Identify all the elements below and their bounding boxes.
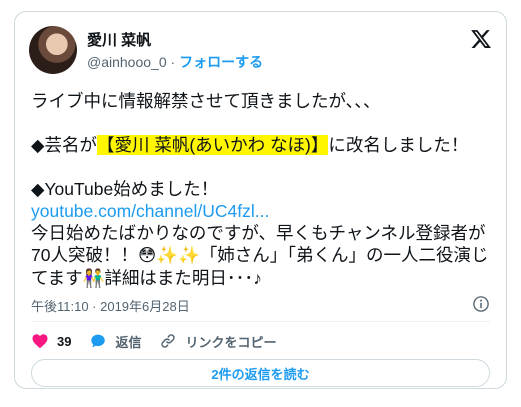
author-handle-row: @ainhooo_0 · フォローする: [87, 52, 263, 72]
youtube-link[interactable]: youtube.com/channel/UC4fzl...: [31, 201, 269, 221]
sparkles-emoji-icon: ✨: [156, 246, 179, 266]
like-count: 39: [57, 333, 72, 349]
tweet-timestamp[interactable]: 午後11:10 · 2019年6月28日: [31, 296, 190, 315]
rename-prefix: ◆芸名が: [31, 135, 97, 155]
tweet-paragraph: 今日始めたばかりなのですが、早くもチャンネル登録者が70人突破！！😳✨✨「姉さん…: [31, 222, 497, 290]
author-handle[interactable]: @ainhooo_0: [87, 54, 167, 70]
rename-highlight: 【愛川 菜帆(あいかわ なほ)】: [96, 135, 329, 155]
reply-bubble-icon: [91, 334, 106, 348]
flushed-face-emoji-icon: 😳: [137, 246, 157, 266]
x-logo-icon[interactable]: [470, 28, 492, 50]
heart-icon: [32, 334, 48, 349]
avatar[interactable]: [29, 26, 77, 74]
tweet-text: ライブ中に情報解禁させて頂きましたが､､､ ◆芸名が【愛川 菜帆(あいかわ なほ…: [31, 90, 497, 290]
tweet-para-c: 詳細はまた明日･･･♪: [104, 268, 262, 288]
rename-suffix: に改名しました！: [328, 135, 469, 155]
copy-link-label: リンクをコピー: [185, 334, 277, 350]
reply-label: 返信: [115, 334, 142, 350]
tweet-line-rename: ◆芸名が【愛川 菜帆(あいかわ なほ)】に改名しました！: [31, 134, 497, 156]
sparkles-emoji-icon-2: ✨: [178, 246, 200, 266]
tweet-line-youtube: ◆YouTube始めました！: [31, 179, 219, 199]
read-replies-button[interactable]: 2件の返信を読む: [31, 359, 490, 387]
link-icon: [161, 334, 176, 348]
tweet-line-intro: ライブ中に情報解禁させて頂きましたが､､､: [31, 91, 373, 111]
like-button[interactable]: 39: [31, 332, 71, 350]
reply-button[interactable]: 返信: [89, 332, 141, 351]
action-bar: 39 返信 リンクをコピー: [31, 330, 295, 352]
author-display-name[interactable]: 愛川 菜帆: [87, 29, 151, 50]
copy-link-button[interactable]: リンクをコピー: [159, 332, 277, 351]
divider: [31, 321, 490, 322]
info-icon[interactable]: [472, 295, 490, 313]
separator-dot: ·: [170, 54, 176, 70]
tweet-card: 愛川 菜帆 @ainhooo_0 · フォローする ライブ中に情報解禁させて頂き…: [14, 11, 507, 389]
follow-button[interactable]: フォローする: [179, 54, 263, 70]
couple-emoji-icon: 👫: [82, 269, 105, 289]
